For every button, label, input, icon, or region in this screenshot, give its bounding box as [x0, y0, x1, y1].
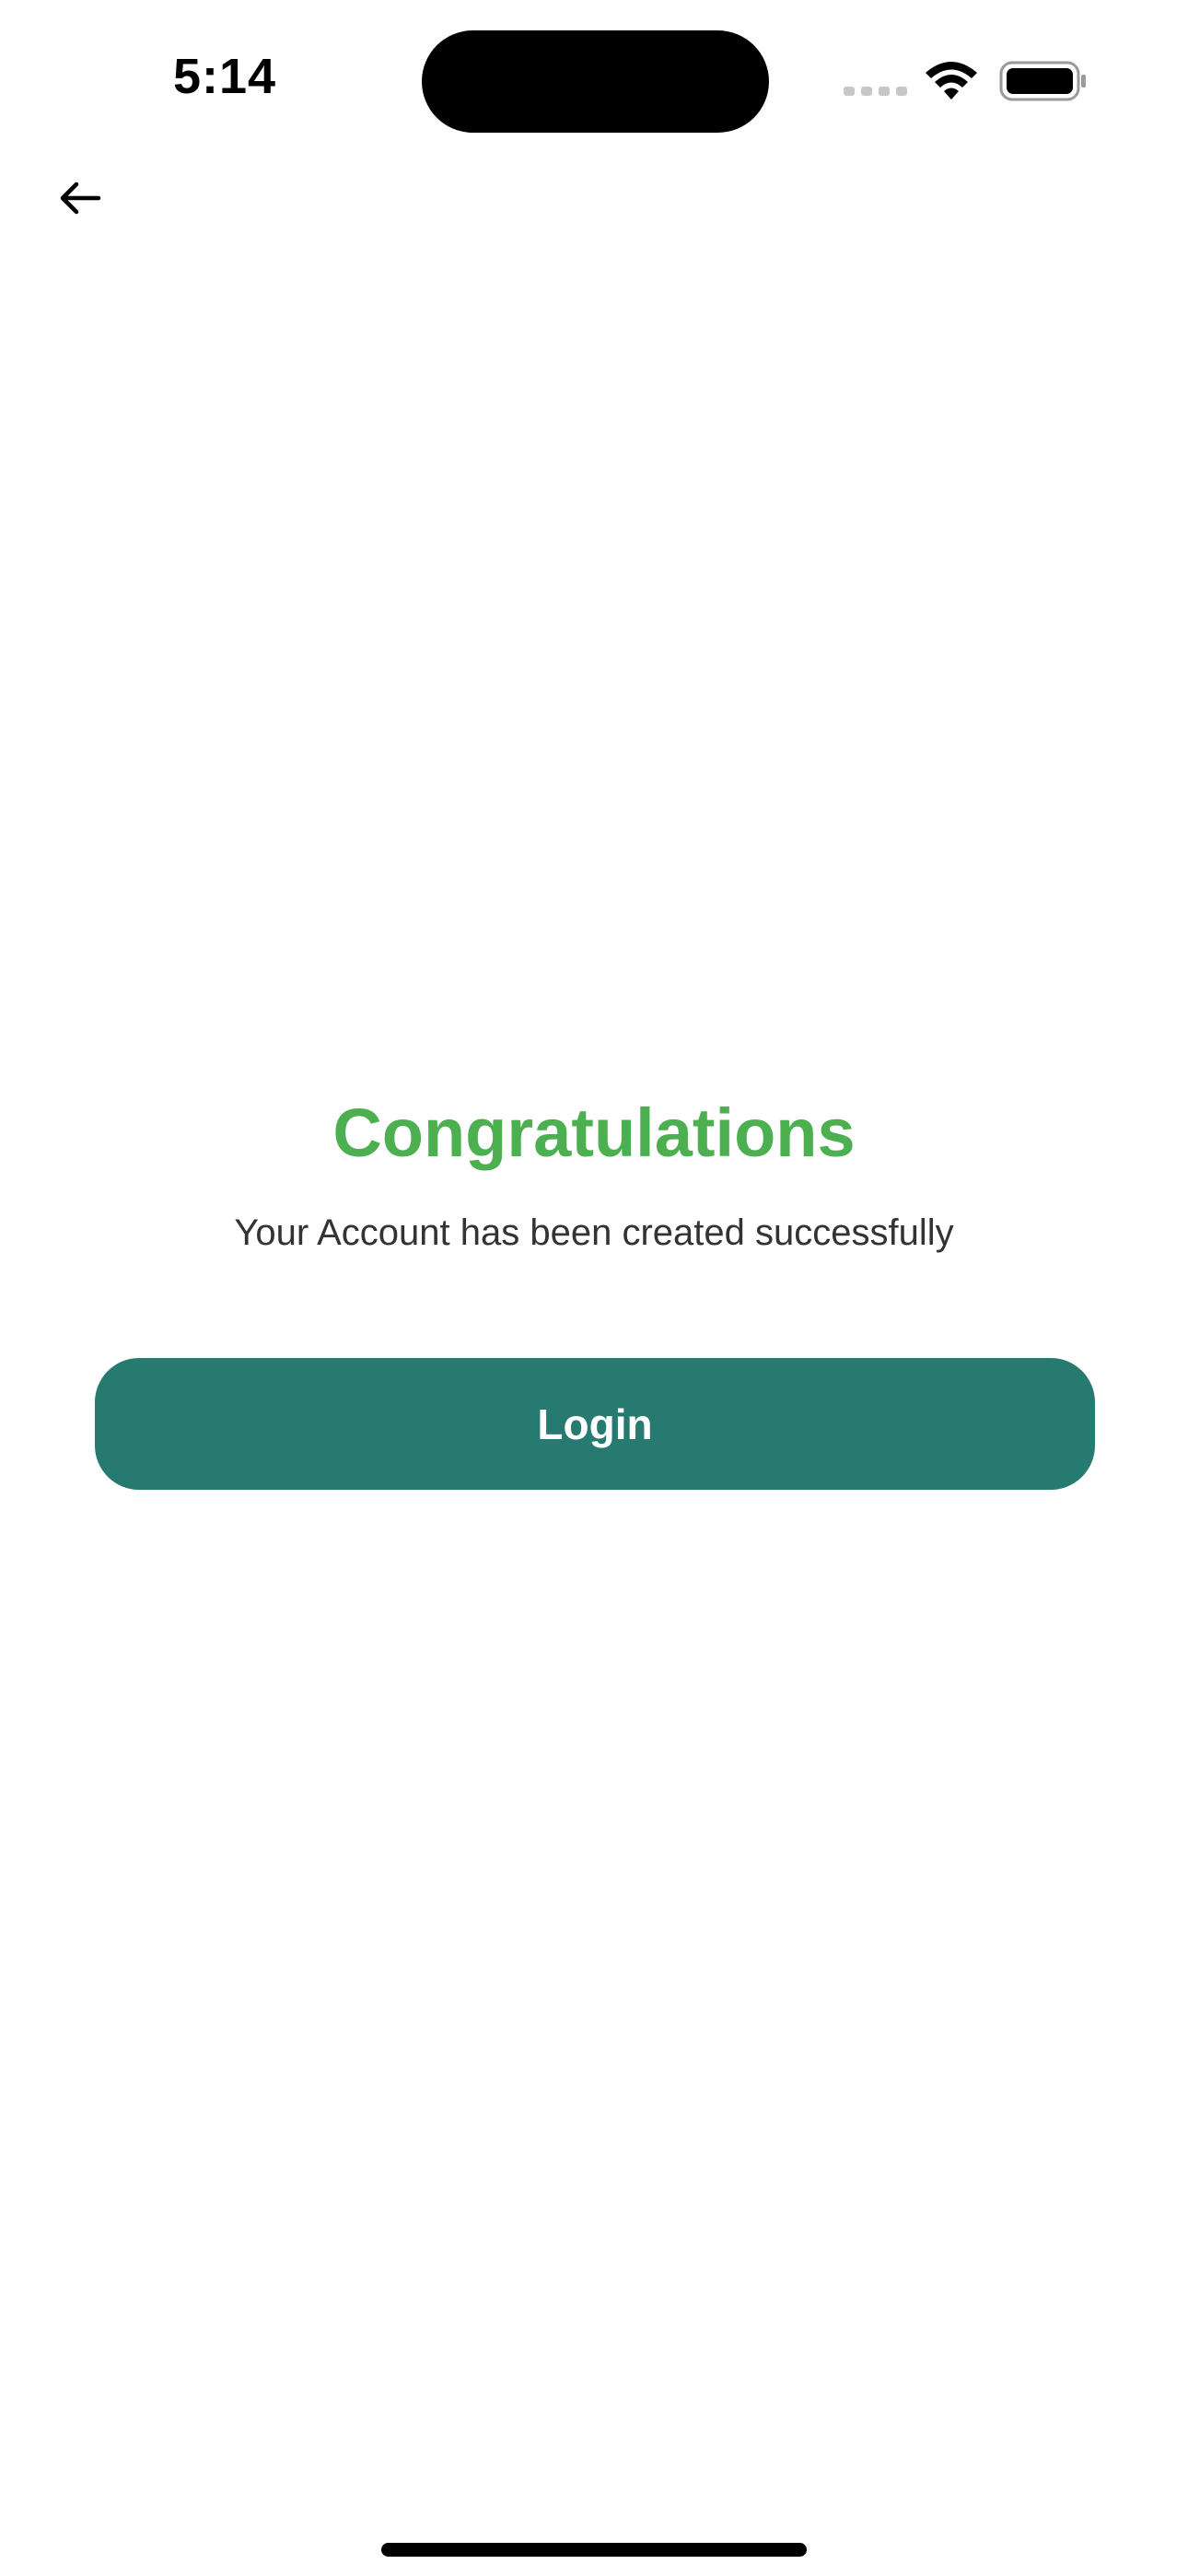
arrow-left-icon	[60, 181, 101, 215]
dynamic-island	[422, 30, 769, 133]
login-button[interactable]: Login	[95, 1358, 1095, 1490]
cellular-signal-icon	[844, 87, 907, 96]
page-title: Congratulations	[332, 1095, 856, 1171]
home-indicator	[381, 2543, 807, 2557]
battery-icon	[999, 61, 1086, 101]
back-button[interactable]	[48, 166, 112, 230]
success-message: Your Account has been created successful…	[234, 1212, 954, 1253]
status-time: 5:14	[173, 49, 277, 104]
status-bar: 5:14	[0, 0, 1188, 166]
wifi-icon	[926, 62, 977, 100]
success-content: Congratulations Your Account has been cr…	[0, 1087, 1188, 1259]
